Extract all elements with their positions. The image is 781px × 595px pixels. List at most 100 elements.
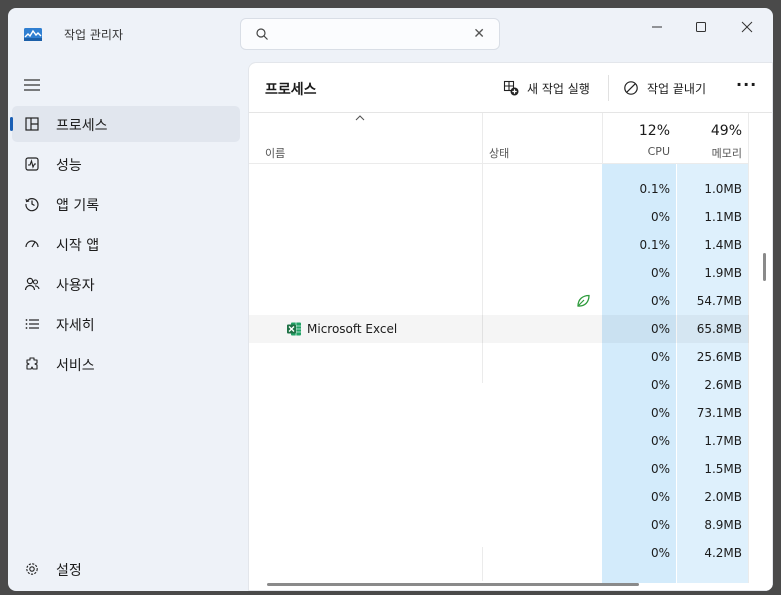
row-cpu: 0.1% — [639, 238, 671, 252]
maximize-button[interactable] — [679, 14, 723, 40]
row-memory: 1.5MB — [704, 462, 742, 476]
processes-panel: 프로세스 새 작업 실행 작업 끝내기 ··· 이름 상태 12% CPU 49… — [248, 62, 773, 591]
sidebar-item-label: 앱 기록 — [56, 198, 100, 214]
row-memory: 4.2MB — [704, 546, 742, 560]
sidebar-item-details[interactable]: 자세히 — [12, 306, 240, 342]
new-task-icon — [503, 80, 519, 96]
close-icon — [741, 21, 753, 33]
table-row[interactable]: 0% 2.0MB — [249, 483, 749, 511]
row-memory: 2.6MB — [704, 378, 742, 392]
sidebar-item-settings[interactable]: 설정 — [12, 552, 240, 586]
table-row[interactable]: 0% 1.5MB — [249, 455, 749, 483]
sidebar-item-label: 사용자 — [56, 278, 95, 294]
column-header-name[interactable]: 이름 — [265, 145, 285, 161]
sidebar-nav: 프로세스 성능 앱 기록 시작 앱 사용자 자세히 서비스 — [8, 106, 244, 386]
sidebar-item-label: 시작 앱 — [56, 238, 100, 254]
app-title: 작업 관리자 — [64, 28, 124, 42]
horizontal-scrollbar-thumb[interactable] — [267, 583, 639, 586]
sidebar-item-performance[interactable]: 성능 — [12, 146, 240, 182]
row-cpu: 0% — [650, 490, 670, 504]
more-options-button[interactable]: ··· — [736, 75, 757, 94]
table-row[interactable]: 0% 73.1MB — [249, 399, 749, 427]
row-memory: 1.4MB — [704, 238, 742, 252]
efficiency-mode-leaf-icon — [577, 294, 590, 307]
command-bar-divider — [249, 112, 772, 113]
table-row[interactable]: 0.1% 1.0MB — [249, 175, 749, 203]
cpu-total-percent[interactable]: 12% — [602, 123, 670, 139]
row-cpu: 0% — [650, 322, 670, 336]
row-memory: 73.1MB — [696, 406, 742, 420]
row-name: Microsoft Excel — [307, 322, 398, 336]
hamburger-menu-icon[interactable] — [24, 78, 40, 92]
row-memory: 25.6MB — [696, 350, 742, 364]
row-memory: 1.9MB — [704, 266, 742, 280]
table-row[interactable]: 0% 25.6MB — [249, 343, 749, 371]
row-cpu: 0% — [650, 406, 670, 420]
row-memory: 1.7MB — [704, 434, 742, 448]
row-memory: 1.1MB — [704, 210, 742, 224]
minimize-button[interactable] — [635, 14, 679, 40]
clear-search-icon[interactable]: ✕ — [473, 26, 485, 42]
services-icon — [26, 357, 38, 370]
row-cpu: 0.1% — [639, 182, 671, 196]
sidebar-item-services[interactable]: 서비스 — [12, 346, 240, 382]
row-cpu: 0% — [650, 350, 670, 364]
table-row[interactable]: 0% 1.7MB — [249, 427, 749, 455]
search-box[interactable]: ✕ — [240, 18, 500, 50]
gear-icon — [26, 563, 38, 575]
end-task-button[interactable]: 작업 끝내기 — [623, 73, 706, 103]
row-memory: 1.0MB — [704, 182, 742, 196]
column-header-status[interactable]: 상태 — [489, 145, 509, 161]
task-manager-window: 작업 관리자 ✕ 프로세스 성능 앱 기록 시작 앱 사용자 자세히 서비스 설… — [8, 8, 773, 591]
memory-total-percent[interactable]: 49% — [676, 123, 742, 139]
row-cpu: 0% — [650, 546, 670, 560]
vertical-scrollbar-thumb[interactable] — [763, 253, 766, 281]
table-row[interactable]: 0% 2.6MB — [249, 371, 749, 399]
sort-ascending-icon — [355, 115, 365, 121]
run-new-task-label: 새 작업 실행 — [527, 81, 590, 96]
close-button[interactable] — [725, 14, 769, 40]
sidebar-item-label: 자세히 — [56, 318, 95, 334]
table-row[interactable]: 0% 8.9MB — [249, 511, 749, 539]
row-cpu: 0% — [650, 294, 670, 308]
table-row[interactable]: 0% 1.1MB — [249, 203, 749, 231]
excel-icon — [287, 322, 301, 336]
row-memory: 8.9MB — [704, 518, 742, 532]
sidebar-item-label: 프로세스 — [56, 118, 108, 134]
search-input[interactable] — [281, 25, 461, 45]
row-memory: 54.7MB — [696, 294, 742, 308]
row-cpu: 0% — [650, 266, 670, 280]
settings-label: 설정 — [56, 563, 82, 579]
app-history-icon — [25, 198, 39, 212]
row-cpu: 0% — [650, 378, 670, 392]
end-task-label: 작업 끝내기 — [647, 81, 707, 96]
command-separator — [608, 75, 609, 101]
sidebar-item-users[interactable]: 사용자 — [12, 266, 240, 302]
table-header-divider — [249, 163, 749, 164]
search-icon — [256, 28, 268, 40]
sidebar-item-processes[interactable]: 프로세스 — [10, 106, 240, 142]
table-row[interactable]: 0.1% 1.4MB — [249, 231, 749, 259]
row-memory: 65.8MB — [696, 322, 742, 336]
table-row[interactable]: 0% 54.7MB — [249, 287, 749, 315]
table-row-microsoft-excel[interactable]: Microsoft Excel 0% 65.8MB — [249, 315, 749, 343]
table-row[interactable]: 0% 1.9MB — [249, 259, 749, 287]
table-row[interactable]: 0% 4.2MB — [249, 539, 749, 567]
details-icon — [25, 319, 39, 329]
maximize-icon — [696, 22, 706, 32]
sidebar-item-label: 서비스 — [56, 358, 95, 374]
column-header-memory[interactable]: 메모리 — [676, 145, 742, 161]
column-header-cpu[interactable]: CPU — [602, 145, 670, 158]
row-cpu: 0% — [650, 210, 670, 224]
startup-apps-icon — [25, 240, 39, 248]
row-cpu: 0% — [650, 518, 670, 532]
sidebar-item-app-history[interactable]: 앱 기록 — [12, 186, 240, 222]
performance-icon — [25, 157, 39, 171]
task-manager-app-icon — [24, 28, 42, 41]
minimize-icon — [652, 26, 662, 28]
users-icon — [24, 277, 40, 291]
run-new-task-button[interactable]: 새 작업 실행 — [503, 73, 590, 103]
page-title: 프로세스 — [265, 82, 317, 98]
sidebar-item-startup-apps[interactable]: 시작 앱 — [12, 226, 240, 262]
sidebar-item-label: 성능 — [56, 158, 82, 174]
